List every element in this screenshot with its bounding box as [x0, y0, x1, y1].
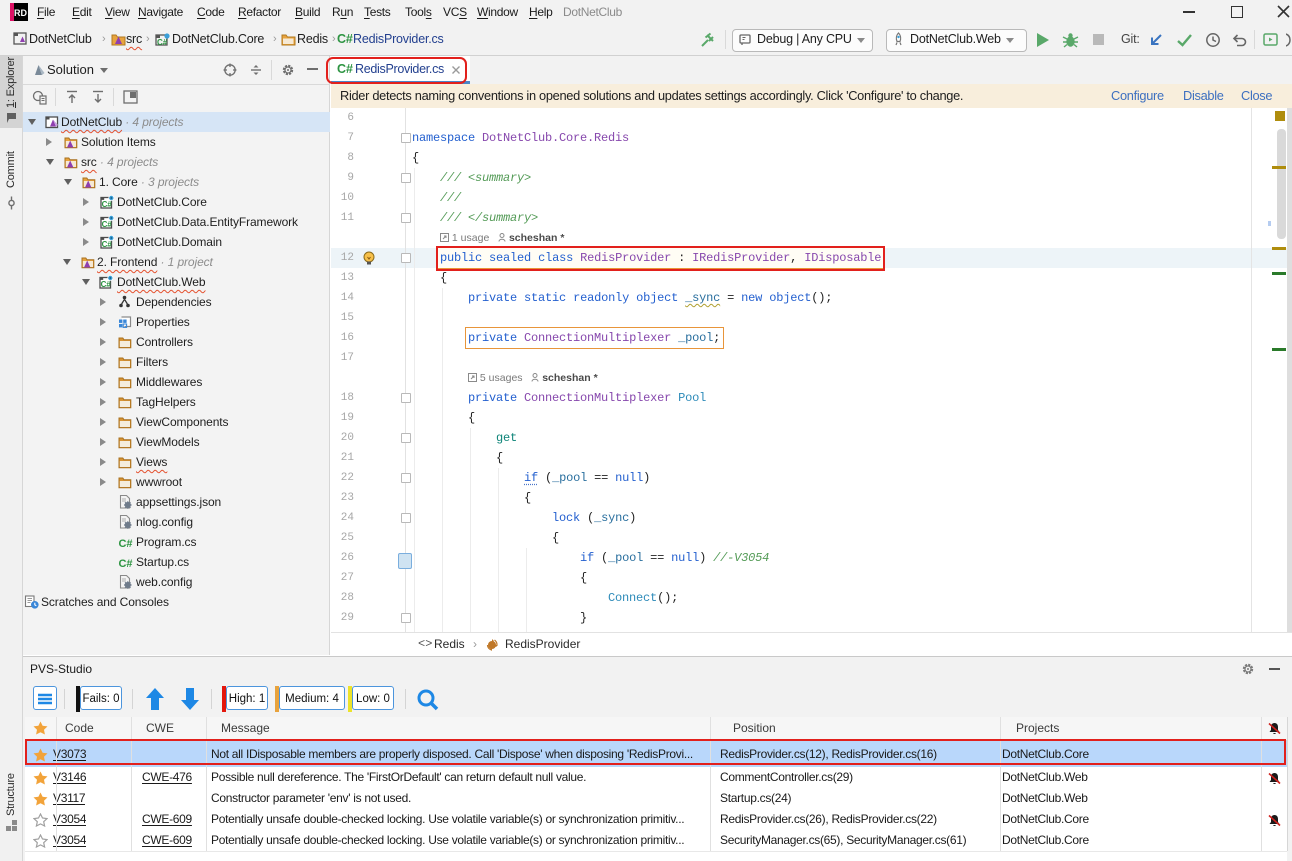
- svg-text:C#: C#: [102, 240, 113, 249]
- svg-text:C#: C#: [101, 280, 112, 289]
- svg-text:C#: C#: [102, 200, 113, 209]
- svg-text:C#: C#: [119, 538, 133, 550]
- svg-text:RD: RD: [14, 8, 27, 18]
- svg-text:C#: C#: [119, 558, 133, 570]
- svg-text:C#: C#: [102, 220, 113, 229]
- svg-text:C#: C#: [157, 38, 168, 47]
